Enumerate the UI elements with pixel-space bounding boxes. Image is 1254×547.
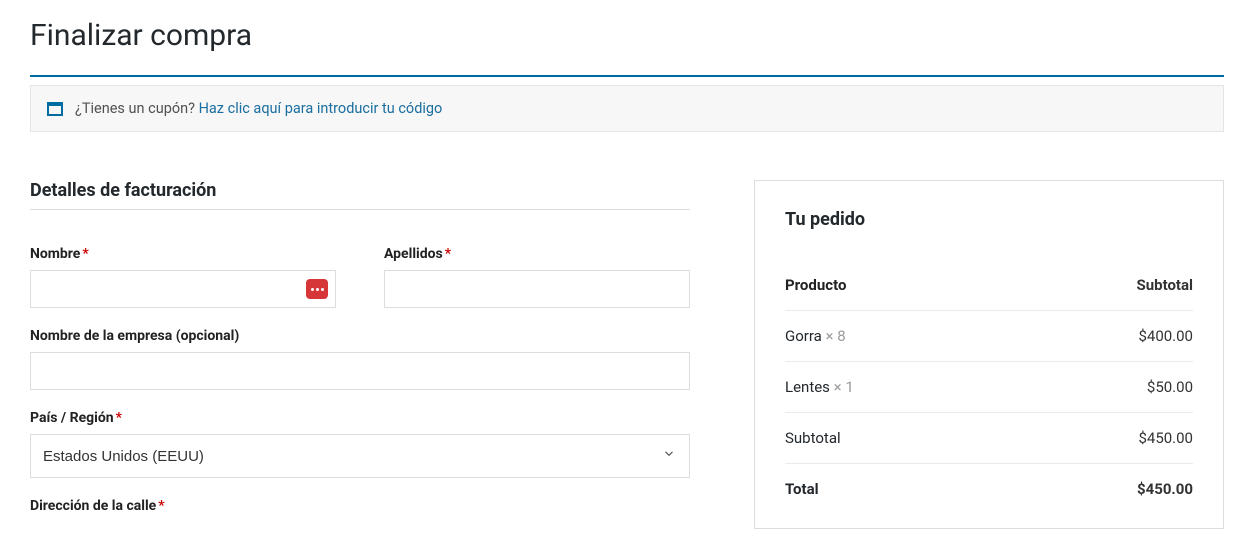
coupon-notice: ¿Tienes un cupón? Haz clic aquí para int…	[30, 85, 1224, 132]
table-row: Gorra × 8 $400.00	[785, 311, 1193, 362]
subtotal-amount: $450.00	[1009, 413, 1193, 464]
country-label: País / Región*	[30, 410, 690, 426]
item-amount: $400.00	[1009, 311, 1193, 362]
password-manager-icon[interactable]	[306, 279, 328, 299]
coupon-prompt: ¿Tienes un cupón?	[75, 100, 195, 117]
order-col-product: Producto	[785, 260, 1009, 311]
order-table: Producto Subtotal Gorra × 8 $400.00 Lent…	[785, 260, 1193, 514]
required-mark: *	[116, 410, 122, 426]
item-qty: × 1	[834, 378, 854, 396]
title-divider	[30, 75, 1224, 77]
address-label-text: Dirección de la calle	[30, 498, 156, 514]
order-col-subtotal: Subtotal	[1009, 260, 1193, 311]
item-qty: × 8	[826, 327, 846, 345]
table-row: Lentes × 1 $50.00	[785, 362, 1193, 413]
country-selected-value: Estados Unidos (EEUU)	[43, 448, 204, 465]
company-label: Nombre de la empresa (opcional)	[30, 328, 690, 344]
item-amount: $50.00	[1009, 362, 1193, 413]
subtotal-label: Subtotal	[785, 413, 1009, 464]
address-label: Dirección de la calle*	[30, 498, 690, 514]
last-name-label: Apellidos*	[384, 246, 690, 262]
subtotal-row: Subtotal $450.00	[785, 413, 1193, 464]
item-name: Lentes	[785, 378, 830, 396]
total-label: Total	[785, 464, 1009, 515]
first-name-label: Nombre*	[30, 246, 336, 262]
billing-heading: Detalles de facturación	[30, 180, 690, 210]
last-name-input[interactable]	[384, 270, 690, 308]
item-name: Gorra	[785, 327, 822, 345]
last-name-label-text: Apellidos	[384, 246, 443, 262]
first-name-label-text: Nombre	[30, 246, 80, 262]
required-mark: *	[82, 246, 88, 262]
first-name-input[interactable]	[30, 270, 336, 308]
country-label-text: País / Región	[30, 410, 114, 426]
page-title: Finalizar compra	[30, 18, 1224, 53]
billing-section: Detalles de facturación Nombre* Apellido…	[30, 180, 690, 529]
required-mark: *	[158, 498, 164, 514]
coupon-link[interactable]: Haz clic aquí para introducir tu código	[199, 100, 443, 117]
coupon-icon	[47, 102, 63, 116]
company-input[interactable]	[30, 352, 690, 390]
order-summary: Tu pedido Producto Subtotal Gorra × 8 $4…	[754, 180, 1224, 529]
total-row: Total $450.00	[785, 464, 1193, 515]
country-select[interactable]: Estados Unidos (EEUU)	[30, 434, 690, 478]
required-mark: *	[445, 246, 451, 262]
total-amount: $450.00	[1009, 464, 1193, 515]
order-heading: Tu pedido	[785, 209, 1193, 230]
